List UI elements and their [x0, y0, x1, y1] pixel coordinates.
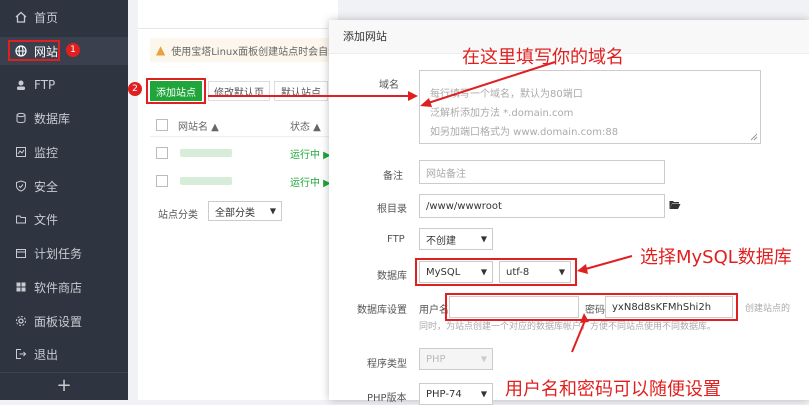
annotation-arrows — [208, 61, 633, 353]
arrow-head — [577, 264, 588, 274]
annotation-mysql: 选择MySQL数据库 — [640, 247, 792, 268]
arrow-head — [580, 313, 589, 323]
annotation-credentials: 用户名和密码可以随便设置 — [505, 379, 721, 400]
arrow-head — [420, 98, 432, 107]
annotation-domain: 在这里填写你的域名 — [462, 47, 624, 68]
arrow-credentials — [571, 317, 587, 353]
arrow-head — [408, 91, 418, 101]
arrow-mysql — [581, 255, 633, 271]
